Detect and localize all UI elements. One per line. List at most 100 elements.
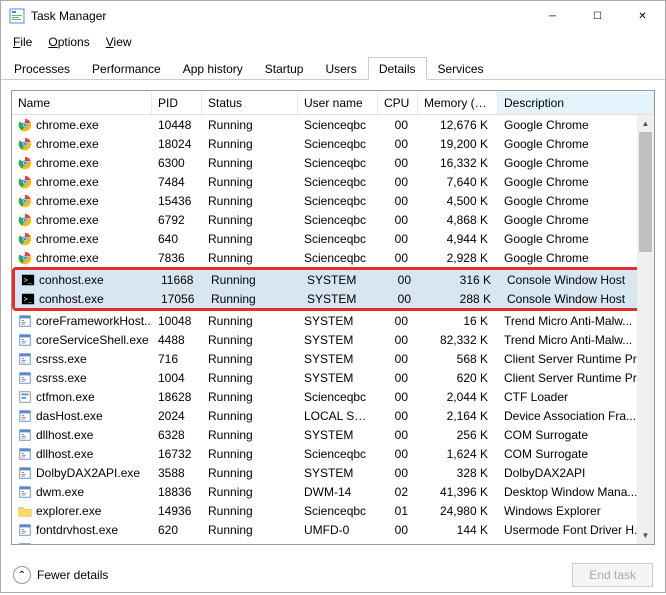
process-user: SYSTEM [298, 370, 378, 386]
process-pid: 18628 [152, 389, 202, 405]
table-row[interactable]: chrome.exe640RunningScienceqbc004,944 KG… [12, 229, 654, 248]
table-row[interactable]: >_conhost.exe11668RunningSYSTEM00316 KCo… [15, 270, 651, 289]
fewer-details-label: Fewer details [37, 568, 108, 582]
tab-performance[interactable]: Performance [81, 57, 172, 79]
menu-view[interactable]: View [98, 33, 140, 51]
table-row[interactable]: chrome.exe7836RunningScienceqbc002,928 K… [12, 248, 654, 267]
close-button[interactable]: ✕ [620, 1, 665, 31]
table-row[interactable]: chrome.exe6792RunningScienceqbc004,868 K… [12, 210, 654, 229]
table-row[interactable]: DolbyDAX2API.exe3588RunningSYSTEM00328 K… [12, 463, 654, 482]
process-status: Running [205, 291, 301, 307]
tab-details[interactable]: Details [368, 57, 427, 80]
process-cpu: 00 [378, 117, 418, 133]
process-pid: 17056 [155, 291, 205, 307]
process-desc: Client Server Runtime Pr... [498, 370, 654, 386]
table-row[interactable]: fontdrvhost.exe620RunningUMFD-000144 KUs… [12, 520, 654, 539]
table-row[interactable]: chrome.exe18024RunningScienceqbc0019,200… [12, 134, 654, 153]
tab-startup[interactable]: Startup [254, 57, 315, 79]
process-user: SYSTEM [298, 427, 378, 443]
process-desc: Device Association Fra... [498, 408, 654, 424]
chrome-icon [18, 137, 32, 151]
process-cpu: 00 [378, 250, 418, 266]
col-desc[interactable]: Description [498, 92, 654, 114]
vertical-scrollbar[interactable]: ▲ ▼ [637, 115, 654, 544]
process-cpu: 00 [378, 332, 418, 348]
tab-processes[interactable]: Processes [3, 57, 81, 79]
scroll-down-button[interactable]: ▼ [637, 527, 654, 544]
process-mem: 740 K [418, 541, 498, 546]
menubar: File Options View [1, 31, 665, 53]
process-user: Scienceqbc [298, 117, 378, 133]
table-row[interactable]: coreFrameworkHost....10048RunningSYSTEM0… [12, 311, 654, 330]
scroll-thumb[interactable] [639, 132, 652, 252]
process-mem: 288 K [421, 291, 501, 307]
chrome-icon [18, 251, 32, 265]
process-name: ctfmon.exe [36, 390, 95, 404]
process-user: Scienceqbc [298, 155, 378, 171]
scroll-up-button[interactable]: ▲ [637, 115, 654, 132]
table-row[interactable]: csrss.exe1004RunningSYSTEM00620 KClient … [12, 368, 654, 387]
table-row[interactable]: explorer.exe14936RunningScienceqbc0124,9… [12, 501, 654, 520]
col-mem[interactable]: Memory (p... [418, 92, 498, 114]
table-row[interactable]: ctfmon.exe18628RunningScienceqbc002,044 … [12, 387, 654, 406]
process-mem: 12,676 K [418, 117, 498, 133]
process-cpu: 00 [378, 155, 418, 171]
process-user: Scienceqbc [298, 174, 378, 190]
col-name[interactable]: Name [12, 92, 152, 114]
table-row[interactable]: chrome.exe7484RunningScienceqbc007,640 K… [12, 172, 654, 191]
process-pid: 10448 [152, 117, 202, 133]
fewer-details-button[interactable]: ⌃ Fewer details [13, 566, 108, 584]
process-cpu: 00 [378, 465, 418, 481]
table-row[interactable]: csrss.exe716RunningSYSTEM00568 KClient S… [12, 349, 654, 368]
table-row[interactable]: chrome.exe15436RunningScienceqbc004,500 … [12, 191, 654, 210]
table-row[interactable]: dllhost.exe16732RunningScienceqbc001,624… [12, 444, 654, 463]
process-desc: Console Window Host [501, 291, 651, 307]
process-pid: 10048 [152, 313, 202, 329]
maximize-button[interactable]: ☐ [575, 1, 620, 31]
table-body: chrome.exe10448RunningScienceqbc0012,676… [12, 115, 654, 545]
col-pid[interactable]: PID [152, 92, 202, 114]
process-pid: 18836 [152, 484, 202, 500]
col-cpu[interactable]: CPU [378, 92, 418, 114]
col-status[interactable]: Status [202, 92, 298, 114]
table-row[interactable]: dasHost.exe2024RunningLOCAL SE...002,164… [12, 406, 654, 425]
app-icon [9, 8, 25, 24]
process-pid: 6792 [152, 212, 202, 228]
table-row[interactable]: dllhost.exe6328RunningSYSTEM00256 KCOM S… [12, 425, 654, 444]
process-cpu: 00 [378, 408, 418, 424]
process-pid: 4488 [152, 332, 202, 348]
process-status: Running [202, 174, 298, 190]
minimize-button[interactable]: ─ [530, 1, 575, 31]
table-row[interactable]: dwm.exe18836RunningDWM-140241,396 KDeskt… [12, 482, 654, 501]
process-cpu: 00 [378, 212, 418, 228]
process-desc: Desktop Window Mana... [498, 484, 654, 500]
col-user[interactable]: User name [298, 92, 378, 114]
process-mem: 256 K [418, 427, 498, 443]
tab-users[interactable]: Users [314, 57, 367, 79]
process-mem: 4,868 K [418, 212, 498, 228]
process-status: Running [202, 465, 298, 481]
menu-file[interactable]: File [5, 33, 40, 51]
process-name: explorer.exe [36, 504, 101, 518]
table-row[interactable]: coreServiceShell.exe4488RunningSYSTEM008… [12, 330, 654, 349]
process-desc: Google Chrome [498, 117, 654, 133]
process-mem: 620 K [418, 370, 498, 386]
exe-icon [18, 542, 32, 546]
tab-services[interactable]: Services [427, 57, 495, 79]
chrome-icon [18, 232, 32, 246]
process-status: Running [202, 522, 298, 538]
menu-options[interactable]: Options [40, 33, 97, 51]
process-user: Scienceqbc [298, 446, 378, 462]
process-name: conhost.exe [39, 273, 104, 287]
process-desc: Google Chrome [498, 193, 654, 209]
process-desc: Usermode Font Driver H... [498, 522, 654, 538]
tab-app-history[interactable]: App history [172, 57, 254, 79]
table-row[interactable]: >_conhost.exe17056RunningSYSTEM00288 KCo… [15, 289, 651, 308]
table-row[interactable]: fontdrvhost.exe10272RunningUMFD-1400740 … [12, 539, 654, 545]
end-task-button[interactable]: End task [572, 563, 653, 587]
process-cpu: 00 [378, 231, 418, 247]
exe-icon [18, 523, 32, 537]
table-row[interactable]: chrome.exe6300RunningScienceqbc0016,332 … [12, 153, 654, 172]
table-row[interactable]: chrome.exe10448RunningScienceqbc0012,676… [12, 115, 654, 134]
process-name: coreServiceShell.exe [36, 333, 149, 347]
